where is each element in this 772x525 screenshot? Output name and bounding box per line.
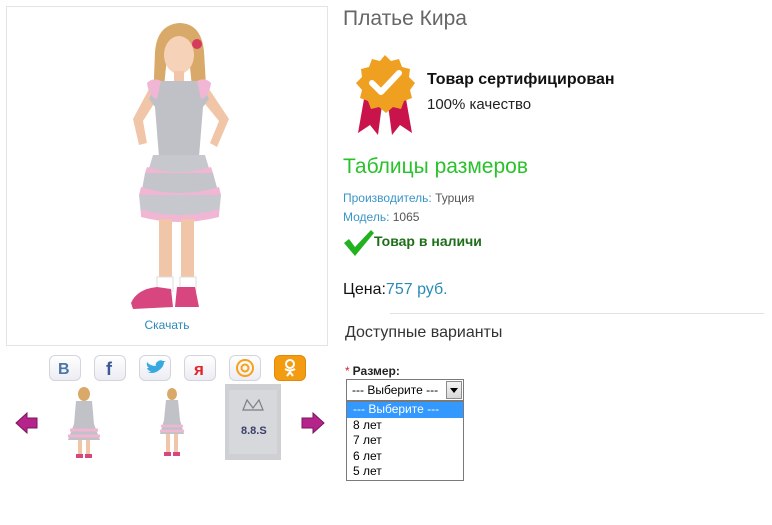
certificate-subtitle: 100% качество xyxy=(427,96,532,113)
model-label: Модель: xyxy=(343,210,390,224)
thumbnail-2[interactable] xyxy=(144,384,200,460)
certificate-badge-icon xyxy=(356,55,415,135)
svg-text:я: я xyxy=(193,360,204,377)
size-option[interactable]: 6 лет xyxy=(347,449,463,465)
price-row: Цена:757 руб. xyxy=(343,281,448,299)
price-label: Цена: xyxy=(343,281,386,298)
stock-status: Товар в наличи xyxy=(374,233,482,249)
odnoklassniki-share-button[interactable] xyxy=(274,355,306,381)
in-stock-check-icon xyxy=(344,230,374,256)
manufacturer-row: Производитель: Турция xyxy=(343,191,474,205)
size-table-link[interactable]: Таблицы размеров xyxy=(343,155,528,179)
size-option[interactable]: 8 лет xyxy=(347,418,463,434)
svg-text:f: f xyxy=(106,359,113,377)
size-option[interactable]: 7 лет xyxy=(347,433,463,449)
product-photo xyxy=(131,23,229,309)
product-title: Платье Кира xyxy=(343,7,467,30)
next-arrow-icon[interactable] xyxy=(300,412,326,434)
download-link[interactable]: Скачать xyxy=(7,318,327,332)
moimir-icon: я xyxy=(193,360,204,377)
certificate-title: Товар сертифицирован xyxy=(427,71,615,88)
divider xyxy=(390,313,764,314)
moimir-share-button[interactable]: я xyxy=(184,355,216,381)
size-option[interactable]: --- Выберите --- xyxy=(347,402,463,418)
mailru-share-button[interactable] xyxy=(229,355,261,381)
prev-arrow-icon[interactable] xyxy=(14,412,38,434)
svg-text:8.8.S: 8.8.S xyxy=(241,425,267,437)
twitter-icon xyxy=(146,360,166,373)
chevron-down-icon[interactable] xyxy=(446,381,462,399)
facebook-icon: f xyxy=(106,359,113,377)
vk-icon: В xyxy=(58,361,70,376)
required-mark: * xyxy=(345,364,350,378)
price-value: 757 руб. xyxy=(385,281,448,298)
vk-share-button[interactable]: В xyxy=(49,355,81,381)
thumbnail-3[interactable]: 8.8.S xyxy=(225,384,281,460)
size-option[interactable]: 5 лет xyxy=(347,464,463,480)
mailru-icon xyxy=(236,359,254,377)
odnoklassniki-icon xyxy=(284,359,296,377)
product-main-image[interactable]: Скачать xyxy=(6,6,328,346)
thumbnail-1[interactable] xyxy=(56,384,112,460)
options-title: Доступные варианты xyxy=(345,324,503,341)
size-select[interactable]: --- Выберите --- xyxy=(346,379,464,401)
model-value: 1065 xyxy=(392,210,420,224)
svg-text:В: В xyxy=(58,361,70,376)
size-option-label: * Размер: xyxy=(345,364,400,378)
manufacturer-value: Турция xyxy=(435,191,475,205)
twitter-share-button[interactable] xyxy=(139,355,171,381)
size-label-text: Размер: xyxy=(352,364,400,378)
facebook-share-button[interactable]: f xyxy=(94,355,126,381)
size-dropdown-list: --- Выберите --- 8 лет 7 лет 6 лет 5 лет xyxy=(346,401,464,481)
manufacturer-label[interactable]: Производитель: xyxy=(343,191,432,205)
model-row: Модель: 1065 xyxy=(343,210,419,224)
size-select-value: --- Выберите --- xyxy=(352,383,439,397)
